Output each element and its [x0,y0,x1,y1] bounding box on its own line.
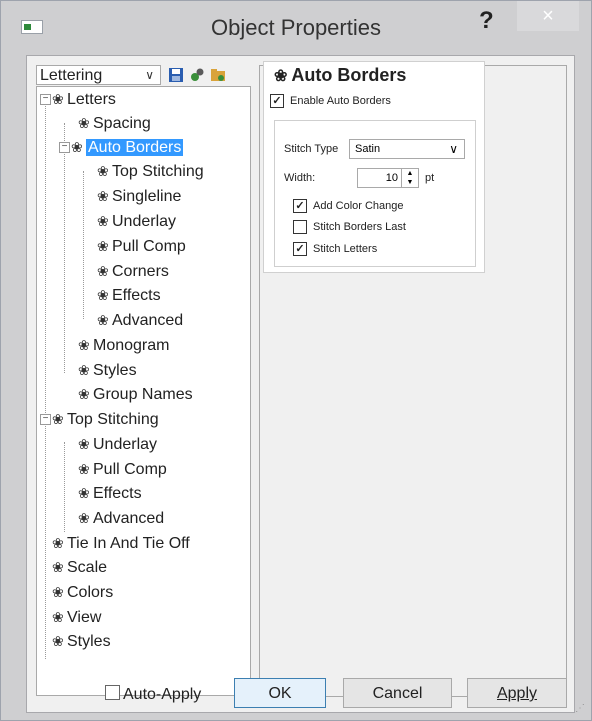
tree-item-pull-comp[interactable]: ❀ Pull Comp [78,458,167,480]
stitch-type-label: Stitch Type [284,143,339,155]
width-unit: pt [425,172,435,184]
tree-item-scale[interactable]: ❀ Scale [52,556,107,578]
gear-icon: ❀ [97,263,109,279]
tree-item-styles-root[interactable]: ❀ Styles [52,630,111,652]
tree-item-underlay[interactable]: ❀ Underlay [78,433,157,455]
gear-icon: ❀ [97,213,109,229]
collapse-icon[interactable]: − [59,142,70,153]
gear-icon: ❀ [78,485,90,501]
tree-item-corners[interactable]: ❀ Corners [97,260,169,282]
window-title: Object Properties [211,15,381,40]
gear-icon: ❀ [52,559,64,575]
gear-icon: ❀ [97,188,109,204]
auto-apply-checkbox[interactable]: Auto-Apply [105,685,201,704]
dialog-body: Lettering ∨ − ❀ Letters ❀ Spacing − ❀ Au… [26,55,575,713]
tree-item-tie-in-and-tie-off[interactable]: ❀ Tie In And Tie Off [52,532,190,554]
tree-item-colors[interactable]: ❀ Colors [52,581,113,603]
cancel-button[interactable]: Cancel [343,678,452,708]
gear-icon: ❀ [78,436,90,452]
spin-arrows-icon[interactable]: ▲ ▼ [401,169,418,187]
stitch-borders-last-checkbox[interactable]: Stitch Borders Last [293,220,406,234]
gear-icon: ❀ [78,362,90,378]
auto-borders-section: ❀ Auto Borders ✓ Enable Auto Borders Stitc… [263,61,485,273]
gear-icon: ❀ [78,386,90,402]
tree-item-styles[interactable]: ❀ Styles [78,359,137,381]
tree-item-top-stitching[interactable]: ❀ Top Stitching [97,160,204,182]
collapse-icon[interactable]: − [40,414,51,425]
tree-item-underlay[interactable]: ❀ Underlay [97,210,176,232]
gear-icon: ❀ [78,115,90,131]
checkbox-checked-icon: ✓ [293,242,307,256]
gear-icon: ❀ [97,287,109,303]
title-bar[interactable]: Object Properties ? × [1,1,591,55]
gear-icon: ❀ [52,411,64,427]
tree-item-group-names[interactable]: ❀ Group Names [78,383,193,405]
chevron-down-icon: ∨ [145,68,154,82]
tree-item-letters[interactable]: ❀ Letters [52,88,116,110]
tree-connector [64,123,65,373]
resize-grip-icon[interactable]: ⋰ [575,703,585,714]
gear-icon: ❀ [52,91,64,107]
category-combo-value: Lettering [40,67,103,84]
stitch-type-select[interactable]: Satin ∨ [349,139,465,159]
gear-icon: ❀ [52,633,64,649]
apply-button[interactable]: Apply [467,678,567,708]
gear-icon: ❀ [52,584,64,600]
tree-item-advanced[interactable]: ❀ Advanced [97,309,183,331]
tree-item-singleline[interactable]: ❀ Singleline [97,185,181,207]
add-color-change-checkbox[interactable]: ✓ Add Color Change [293,199,404,213]
help-icon[interactable]: ? [479,7,494,35]
gear-icon: ❀ [97,238,109,254]
gear-icon: ❀ [71,139,83,155]
panel-title: ❀ Auto Borders [274,65,407,85]
tree-connector [64,442,65,532]
tree-connector [83,171,84,319]
auto-borders-options-group: Stitch Type Satin ∨ Width: 10 ▲ ▼ pt ✓ Add… [274,120,476,267]
chevron-down-icon: ∨ [449,142,458,156]
gear-icon: ❀ [78,510,90,526]
width-label: Width: [284,172,316,184]
ok-button[interactable]: OK [234,678,326,708]
close-button[interactable]: × [517,1,579,31]
tree-item-advanced[interactable]: ❀ Advanced [78,507,164,529]
checkbox-checked-icon: ✓ [270,94,284,108]
tree-item-effects[interactable]: ❀ Effects [97,284,161,306]
gear-icon: ❀ [52,535,64,551]
tree-connector [45,99,46,659]
tree-item-spacing[interactable]: ❀ Spacing [78,112,151,134]
tree-item-pull-comp[interactable]: ❀ Pull Comp [97,235,186,257]
checkbox-checked-icon: ✓ [293,199,307,213]
collapse-icon[interactable]: − [40,94,51,105]
tree-item-view[interactable]: ❀ View [52,606,101,628]
object-properties-window: Object Properties ? × Lettering ∨ − ❀ Le… [0,0,592,721]
tree-item-auto-borders[interactable]: ❀ Auto Borders [71,136,184,158]
checkbox-unchecked-icon [105,685,120,700]
tree-item-effects[interactable]: ❀ Effects [78,482,142,504]
save-icon[interactable] [168,67,184,83]
stitch-letters-checkbox[interactable]: ✓ Stitch Letters [293,242,377,256]
gear-icon: ❀ [78,461,90,477]
gear-settings-icon[interactable] [189,67,205,83]
gear-icon: ❀ [97,163,109,179]
category-combo[interactable]: Lettering ∨ [36,65,161,85]
folder-icon[interactable] [210,67,226,83]
checkbox-unchecked-icon [293,220,307,234]
gear-icon: ❀ [52,609,64,625]
tree-item-top-stitching-root[interactable]: ❀ Top Stitching [52,408,159,430]
width-stepper[interactable]: 10 ▲ ▼ [357,168,419,188]
gear-icon: ❀ [274,68,288,85]
property-tree[interactable]: − ❀ Letters ❀ Spacing − ❀ Auto Borders ❀ Top… [36,86,251,696]
tree-item-monogram[interactable]: ❀ Monogram [78,334,169,356]
gear-icon: ❀ [97,312,109,328]
gear-icon: ❀ [78,337,90,353]
enable-auto-borders-checkbox[interactable]: ✓ Enable Auto Borders [270,94,391,108]
